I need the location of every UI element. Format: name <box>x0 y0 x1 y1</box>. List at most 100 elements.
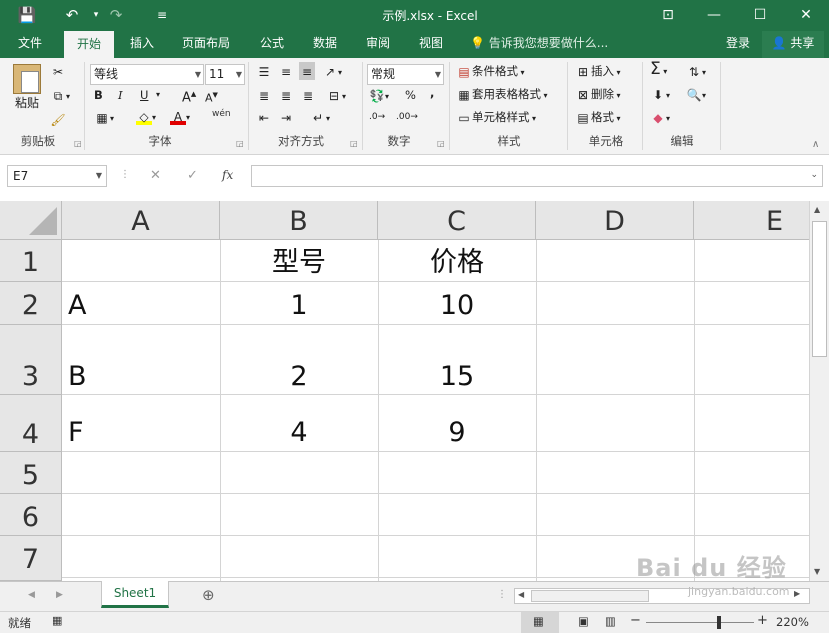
tab-insert[interactable]: 插入 <box>120 31 164 58</box>
close-button[interactable]: ✕ <box>783 0 829 31</box>
delete-cells-button[interactable]: ⊠ 删除 ▾ <box>575 85 621 105</box>
scroll-right-icon[interactable]: ▶ <box>794 589 800 598</box>
clear-icon[interactable]: ◆ ▾ <box>650 108 670 128</box>
insert-cells-button[interactable]: ⊞ 插入 ▾ <box>575 62 621 82</box>
tab-file[interactable]: 文件 <box>6 31 54 58</box>
tab-review[interactable]: 审阅 <box>356 31 400 58</box>
conditional-format-button[interactable]: ▤ 条件格式 ▾ <box>456 62 524 82</box>
find-select-icon[interactable]: 🔍▾ <box>686 85 707 105</box>
tab-page-layout[interactable]: 页面布局 <box>172 31 240 58</box>
cell-c4[interactable]: 9 <box>378 418 536 448</box>
cell-a2[interactable]: A <box>68 291 86 321</box>
tab-data[interactable]: 数据 <box>303 31 347 58</box>
collapse-ribbon-icon[interactable]: ∧ <box>812 139 819 150</box>
font-name-select[interactable]: 等线 ▼ <box>90 64 204 85</box>
column-header-a[interactable]: A <box>62 201 220 240</box>
page-break-view-icon[interactable]: ▥ <box>605 614 616 628</box>
format-painter-icon[interactable]: 🖌 <box>50 110 66 128</box>
number-format-select[interactable]: 常规 ▼ <box>367 64 444 85</box>
wrap-text-icon[interactable]: ↵ ▾ <box>310 108 330 128</box>
vertical-scrollbar[interactable]: ▲ ▼ <box>809 201 829 581</box>
fill-color-icon[interactable]: ◇ ▾ <box>136 107 156 127</box>
comma-button[interactable]: , <box>430 84 434 102</box>
vertical-scroll-thumb[interactable] <box>812 221 827 357</box>
cell-a3[interactable]: B <box>68 362 87 392</box>
bold-button[interactable]: B <box>94 86 103 104</box>
autosum-button[interactable]: Σ ▾ <box>650 60 667 81</box>
cell-styles-button[interactable]: ▭ 单元格样式 ▾ <box>456 108 536 128</box>
cut-icon[interactable]: ✂ <box>50 62 66 80</box>
row-header-6[interactable]: 6 <box>0 494 62 536</box>
page-layout-view-icon[interactable]: ▣ <box>578 614 589 628</box>
row-header-2[interactable]: 2 <box>0 282 62 325</box>
phonetic-icon[interactable]: wén <box>212 105 231 123</box>
tab-split-grip-icon[interactable]: ⋮ <box>497 589 507 600</box>
align-left-icon[interactable]: ≣ <box>256 86 272 104</box>
tab-formulas[interactable]: 公式 <box>250 31 294 58</box>
decrease-decimal-icon[interactable]: .00→ <box>396 108 418 126</box>
ribbon-display-icon[interactable]: ⊡ <box>645 0 691 31</box>
name-box[interactable]: E7 ▼ <box>7 165 107 187</box>
align-top-icon[interactable]: ☰ <box>256 62 272 80</box>
paste-button[interactable]: 粘贴 <box>10 64 44 122</box>
row-header-7[interactable]: 7 <box>0 536 62 581</box>
customize-qa-icon[interactable]: ≡ <box>150 4 174 26</box>
format-cells-button[interactable]: ▤ 格式 ▾ <box>575 108 620 128</box>
alignment-launcher-icon[interactable]: ◲ <box>350 139 358 148</box>
zoom-out-icon[interactable]: − <box>630 613 641 628</box>
zoom-in-icon[interactable]: + <box>757 613 768 628</box>
underline-dropdown-icon[interactable]: ▾ <box>156 86 160 104</box>
accounting-format-icon[interactable]: 💱▾ <box>369 86 390 106</box>
sort-filter-icon[interactable]: ⇅ ▾ <box>686 62 706 82</box>
tell-me-search[interactable]: 💡 告诉我您想要做什么... <box>470 31 620 58</box>
orientation-icon[interactable]: ↗ ▾ <box>322 62 342 82</box>
undo-icon[interactable]: ↶ <box>60 4 84 26</box>
sheet-tab-sheet1[interactable]: Sheet1 <box>101 581 169 608</box>
percent-button[interactable]: % <box>405 86 416 104</box>
clipboard-launcher-icon[interactable]: ◲ <box>74 139 82 148</box>
zoom-slider[interactable] <box>646 622 754 623</box>
scroll-up-icon[interactable]: ▲ <box>814 205 820 214</box>
minimize-button[interactable]: — <box>691 0 737 31</box>
column-header-b[interactable]: B <box>220 201 378 240</box>
horizontal-scroll-thumb[interactable] <box>531 590 649 602</box>
italic-button[interactable]: I <box>118 86 123 104</box>
column-header-c[interactable]: C <box>378 201 536 240</box>
align-middle-icon[interactable]: ≡ <box>278 62 294 80</box>
column-header-e[interactable]: E <box>694 201 809 240</box>
align-right-icon[interactable]: ≣ <box>300 86 316 104</box>
row-header-4[interactable]: 4 <box>0 395 62 452</box>
maximize-button[interactable]: ☐ <box>737 0 783 31</box>
cell-a4[interactable]: F <box>68 418 84 448</box>
expand-formula-icon[interactable]: ⌄ <box>810 170 818 180</box>
macro-record-icon[interactable]: ▦ <box>52 614 62 627</box>
increase-decimal-icon[interactable]: .0→ <box>369 108 385 126</box>
increase-indent-icon[interactable]: ⇥ <box>278 108 294 126</box>
format-as-table-button[interactable]: ▦ 套用表格格式 ▾ <box>456 85 547 105</box>
cell-c1[interactable]: 价格 <box>378 248 536 278</box>
tab-view[interactable]: 视图 <box>409 31 453 58</box>
cell-c3[interactable]: 15 <box>378 362 536 392</box>
worksheet-grid[interactable]: A B C D E 1 2 3 4 5 6 7 型号 价格 A 1 10 B 2… <box>0 201 809 581</box>
login-link[interactable]: 登录 <box>718 31 758 58</box>
save-icon[interactable]: 💾 <box>15 4 39 26</box>
font-size-select[interactable]: 11 ▼ <box>205 64 245 85</box>
share-button[interactable]: 👤 共享 <box>762 31 824 58</box>
underline-button[interactable]: U <box>140 86 148 104</box>
decrease-indent-icon[interactable]: ⇤ <box>256 108 272 126</box>
font-color-icon[interactable]: A ▾ <box>170 107 190 127</box>
prev-sheet-icon[interactable]: ◀ <box>28 590 35 600</box>
cell-b3[interactable]: 2 <box>220 362 378 392</box>
scroll-down-icon[interactable]: ▼ <box>814 567 820 576</box>
column-header-d[interactable]: D <box>536 201 694 240</box>
insert-function-icon[interactable]: fx <box>222 168 233 182</box>
add-sheet-icon[interactable]: ⊕ <box>202 586 215 604</box>
fill-icon[interactable]: ⬇ ▾ <box>650 85 670 105</box>
zoom-level[interactable]: 220% <box>776 615 809 629</box>
cancel-icon[interactable]: ✕ <box>150 168 161 183</box>
cell-c2[interactable]: 10 <box>378 291 536 321</box>
select-all-button[interactable] <box>0 201 62 240</box>
scroll-left-icon[interactable]: ◀ <box>518 590 524 599</box>
zoom-slider-thumb[interactable] <box>717 616 721 629</box>
grow-font-button[interactable]: A▲ <box>182 85 196 107</box>
